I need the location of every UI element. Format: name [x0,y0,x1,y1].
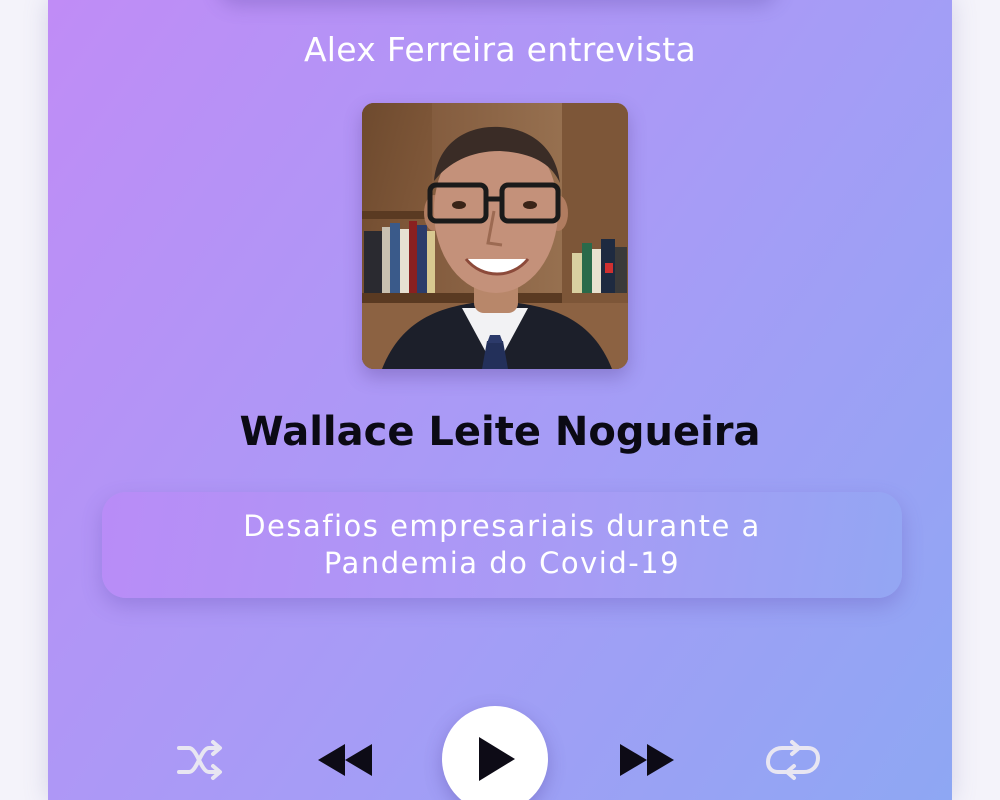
episode-topic-line-2: Pandemia do Covid-19 [323,546,681,580]
repeat-button[interactable] [762,734,824,786]
play-icon [479,737,515,781]
shuffle-icon [177,740,222,780]
guest-name: Wallace Leite Nogueira [239,409,761,455]
fast-forward-icon [620,744,674,776]
interviewer-line: Alex Ferreira entrevista [303,30,697,69]
guest-photo [362,103,628,369]
repeat-icon [766,740,820,780]
shuffle-button[interactable] [170,734,232,786]
rewind-icon [318,744,372,776]
player-screen: Alex Ferreira entrevista Wallace Leite N… [0,0,1000,800]
episode-topic-line-1: Desafios empresariais durante a [243,509,761,543]
player-card: Alex Ferreira entrevista Wallace Leite N… [48,0,952,800]
play-button[interactable] [442,706,548,800]
episode-topic-box: Desafios empresariais durante a Pandemia… [102,492,902,598]
next-button[interactable] [616,734,678,786]
previous-button[interactable] [314,734,376,786]
